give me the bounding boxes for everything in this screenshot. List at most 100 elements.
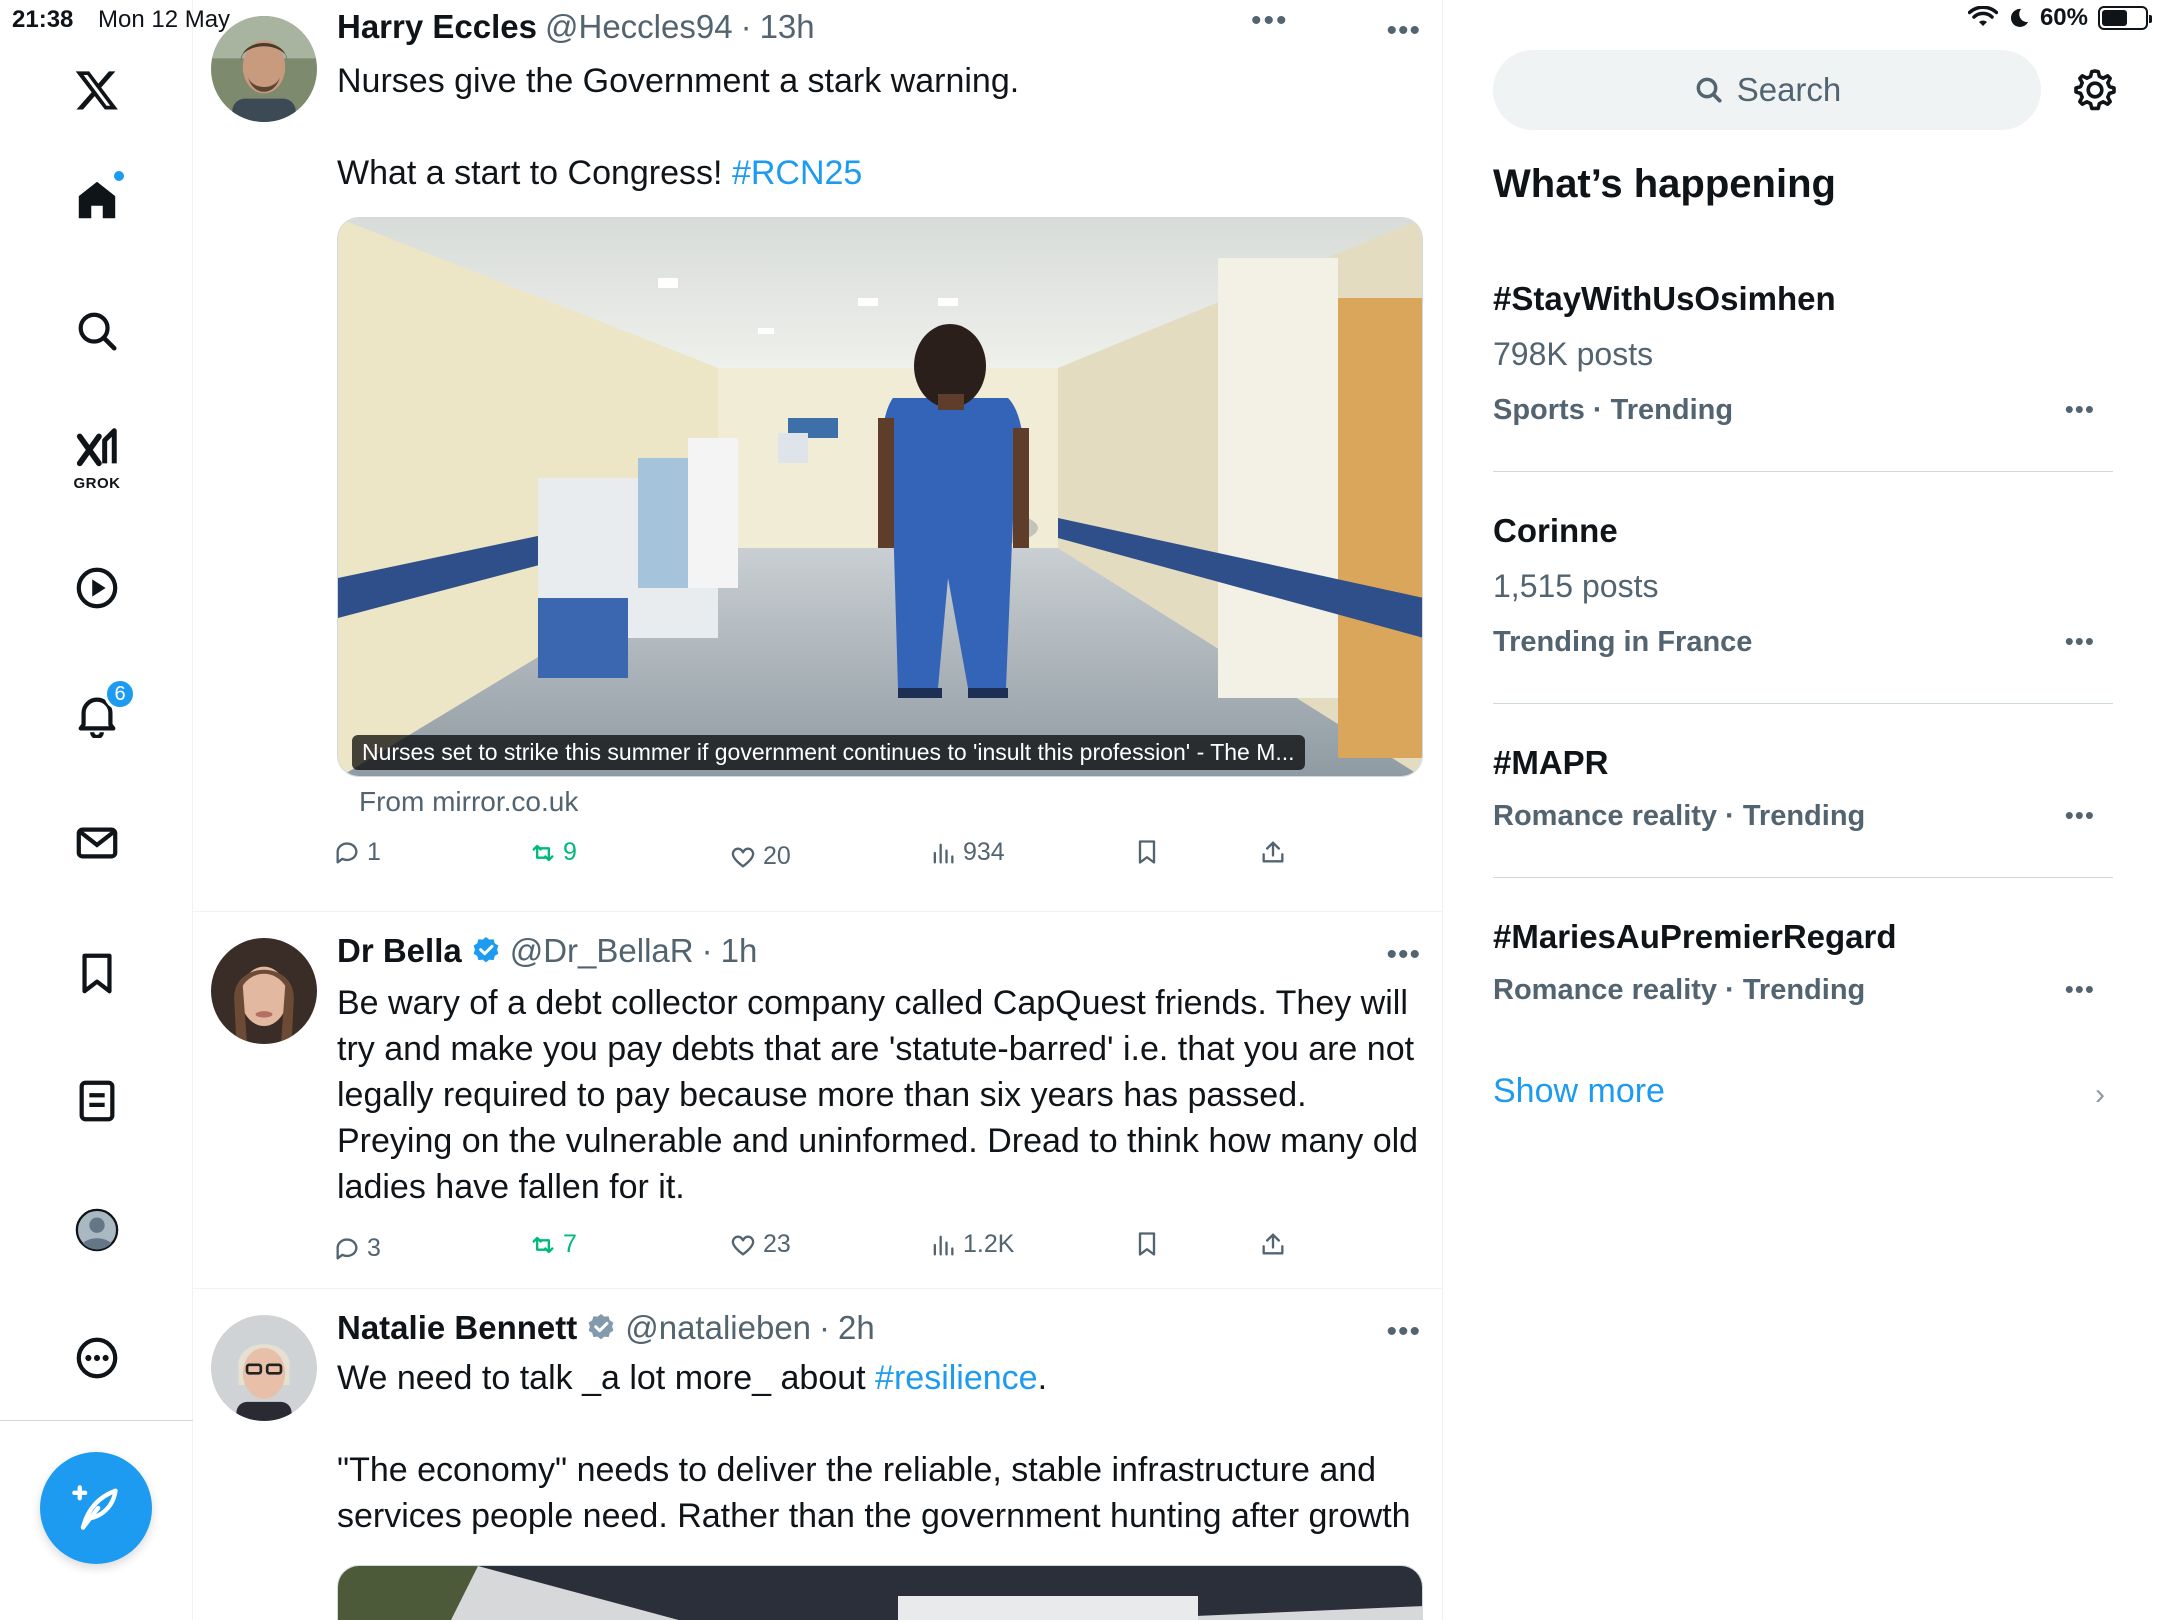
reply-button[interactable]: 1: [333, 838, 381, 867]
timeline-feed[interactable]: ••• Harry Eccles @Heccles94 · 13h ••• Nu…: [193, 0, 1443, 1620]
author-handle[interactable]: @natalieben: [625, 1309, 811, 1347]
trend-more-icon[interactable]: •••: [2065, 626, 2095, 657]
hashtag-link[interactable]: #RCN25: [732, 154, 862, 192]
trend-item[interactable]: #StayWithUsOsimhen 798K posts Sports · T…: [1493, 276, 2113, 456]
author-name[interactable]: Natalie Bennett: [337, 1309, 577, 1347]
trend-more-icon[interactable]: •••: [2065, 800, 2095, 831]
tweet-more-menu-icon[interactable]: •••: [1386, 1315, 1421, 1349]
post-time[interactable]: 1h: [721, 932, 758, 970]
tweet-dr-bella[interactable]: Dr Bella @Dr_BellaR · 1h ••• Be wary of …: [193, 912, 1442, 1289]
like-button[interactable]: 20: [729, 842, 791, 871]
views-button[interactable]: 934: [929, 838, 1005, 867]
bookmarks-icon[interactable]: [62, 938, 132, 1008]
show-more-link[interactable]: Show more: [1493, 1072, 1665, 1111]
battery-icon: [2098, 6, 2152, 30]
tweet-image-photo: [338, 1566, 1422, 1620]
like-button[interactable]: 23: [729, 1230, 791, 1259]
status-bar: 21:38 Mon 12 May 60%: [0, 0, 2160, 40]
video-play-icon[interactable]: [62, 553, 132, 623]
avatar-dr-bella[interactable]: [211, 938, 317, 1044]
search-icon[interactable]: [62, 296, 132, 366]
post-time[interactable]: 2h: [838, 1309, 875, 1347]
like-count: 23: [763, 1230, 791, 1258]
tweet-natalie-bennett[interactable]: Natalie Bennett @natalieben · 2h ••• We …: [193, 1289, 1442, 1620]
right-sidebar: Search What’s happening #StayWithUsOsimh…: [1443, 0, 2160, 1620]
link-source[interactable]: From mirror.co.uk: [359, 786, 578, 818]
whats-happening-title: What’s happening: [1493, 162, 1836, 206]
tweet-image[interactable]: [337, 1565, 1423, 1620]
share-icon: [1262, 841, 1284, 863]
bookmark-icon: [1138, 1232, 1156, 1256]
settings-gear-icon[interactable]: [2071, 66, 2119, 114]
chevron-right-icon[interactable]: ›: [2095, 1078, 2105, 1112]
tweet-text-prefix: We need to talk _a lot more_ about: [337, 1359, 876, 1397]
views-button[interactable]: 1.2K: [929, 1230, 1014, 1259]
left-nav: GROK 6: [0, 0, 193, 1620]
tweet-header: Natalie Bennett @natalieben · 2h: [337, 1309, 875, 1347]
trend-post-count: 798K posts: [1493, 336, 1654, 372]
views-chart-icon: [933, 843, 954, 863]
x-logo-icon[interactable]: [62, 55, 132, 125]
trend-divider: [1493, 471, 2113, 472]
trend-item[interactable]: #MAPR Romance reality · Trending •••: [1493, 740, 2113, 870]
view-count: 934: [963, 838, 1005, 866]
trend-more-icon[interactable]: •••: [2065, 974, 2095, 1005]
profile-avatar-icon[interactable]: [62, 1195, 132, 1265]
tweet-actions: 1 9 20 934: [333, 838, 1333, 878]
verified-badge-icon: [473, 937, 499, 963]
grok-label: GROK: [73, 475, 121, 492]
trend-divider: [1493, 877, 2113, 878]
search-bar[interactable]: Search: [1493, 50, 2041, 130]
grok-icon[interactable]: GROK: [62, 420, 132, 492]
author-name[interactable]: Dr Bella: [337, 932, 462, 970]
trend-more-icon[interactable]: •••: [2065, 394, 2095, 425]
lists-icon[interactable]: [62, 1066, 132, 1136]
share-button[interactable]: [1259, 1230, 1287, 1258]
search-placeholder: Search: [1736, 71, 1842, 108]
trend-item[interactable]: Corinne 1,515 posts Trending in France •…: [1493, 508, 2113, 688]
heart-icon: [731, 1235, 755, 1255]
status-date: Mon 12 May: [98, 6, 231, 33]
retweet-icon: [532, 1236, 554, 1253]
messages-envelope-icon[interactable]: [62, 808, 132, 878]
share-icon: [1262, 1233, 1284, 1255]
view-count: 1.2K: [963, 1230, 1015, 1258]
tweet-text-line: "The economy" needs to deliver the relia…: [337, 1451, 1411, 1535]
tweet-text: Be wary of a debt collector company call…: [337, 984, 1419, 1206]
link-card-image[interactable]: Nurses set to strike this summer if gove…: [337, 217, 1423, 777]
trend-name: Corinne: [1493, 512, 1618, 549]
trend-category: Romance reality · Trending: [1493, 974, 1866, 1006]
trend-item[interactable]: #MariesAuPremierRegard Romance reality ·…: [1493, 914, 2113, 1044]
reply-icon: [336, 1237, 358, 1259]
tweet-more-menu-icon[interactable]: •••: [1386, 938, 1421, 972]
reply-count: 1: [367, 838, 381, 866]
retweet-button[interactable]: 7: [529, 1230, 577, 1259]
home-icon[interactable]: [62, 165, 132, 235]
tweet-actions: 3 7 23 1.2K: [333, 1230, 1333, 1270]
status-indicators: 60%: [1967, 4, 2152, 32]
notifications-badge: 6: [104, 678, 136, 710]
trend-name: #MariesAuPremierRegard: [1493, 918, 1897, 955]
bookmark-button[interactable]: [1133, 1230, 1161, 1258]
author-handle[interactable]: @Dr_BellaR: [510, 932, 694, 970]
hashtag-link[interactable]: #resilience: [875, 1359, 1038, 1397]
retweet-button[interactable]: 9: [529, 838, 577, 867]
more-options-icon[interactable]: [62, 1323, 132, 1393]
reply-icon: [336, 841, 358, 863]
tweet-harry-eccles[interactable]: Harry Eccles @Heccles94 · 13h ••• Nurses…: [193, 0, 1442, 912]
hospital-corridor-photo: [338, 218, 1422, 776]
wifi-icon: [1967, 6, 1998, 26]
tweet-text: We need to talk _a lot more_ about #resi…: [337, 1355, 1427, 1539]
tweet-text-line: We need to talk _a lot more_ about #resi…: [337, 1355, 1427, 1401]
trend-category: Sports · Trending: [1493, 394, 1734, 426]
link-card-caption: Nurses set to strike this summer if gove…: [352, 735, 1305, 770]
tweet-text-line: What a start to Congress! #RCN25: [337, 150, 1427, 196]
dot-separator: ·: [819, 1309, 831, 1346]
avatar-natalie-bennett[interactable]: [211, 1315, 317, 1421]
retweet-count: 7: [563, 1230, 577, 1258]
bookmark-button[interactable]: [1133, 838, 1161, 866]
share-button[interactable]: [1259, 838, 1287, 866]
reply-button[interactable]: 3: [333, 1234, 381, 1263]
notifications-bell-icon[interactable]: 6: [62, 678, 136, 750]
compose-post-button[interactable]: [40, 1452, 152, 1564]
